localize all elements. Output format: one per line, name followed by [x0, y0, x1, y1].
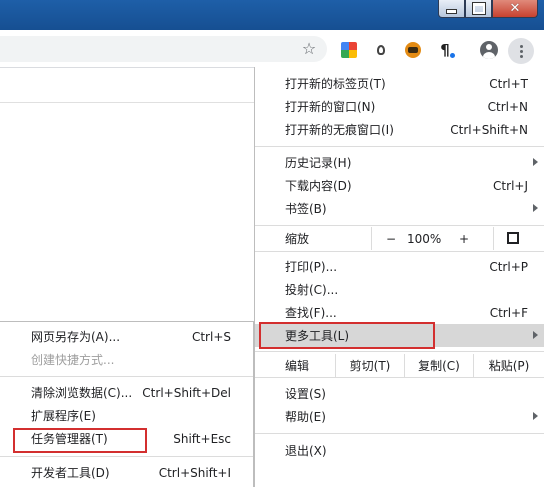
extension-colorful-icon[interactable] — [341, 42, 357, 58]
menu-item-cast[interactable]: 投射(C)... — [255, 278, 544, 301]
maximize-icon — [471, 2, 486, 15]
zoom-out-button[interactable]: − — [384, 232, 398, 246]
close-window-button[interactable]: ✕ — [492, 0, 538, 18]
submenu-separator — [0, 456, 253, 457]
edit-label: 编辑 — [285, 359, 310, 373]
submenu-item-clear-data[interactable]: 清除浏览数据(C)... Ctrl+Shift+Del — [0, 381, 253, 404]
paste-button[interactable]: 粘贴(P) — [474, 354, 544, 377]
window-title-bar: ✕ — [0, 0, 544, 30]
menu-item-edit: 编辑 剪切(T) 复制(C) 粘贴(P) — [255, 354, 544, 377]
submenu-item-label: 任务管理器(T) — [31, 432, 108, 446]
submenu-item-extensions[interactable]: 扩展程序(E) — [0, 404, 253, 427]
menu-item-label: 书签(B) — [285, 202, 327, 216]
menu-separator — [255, 225, 544, 226]
menu-item-label: 历史记录(H) — [285, 156, 352, 170]
chrome-menu-button[interactable] — [508, 38, 534, 64]
submenu-arrow-icon — [533, 331, 538, 339]
submenu-item-label: 网页另存为(A)... — [31, 330, 121, 344]
copy-button[interactable]: 复制(C) — [405, 354, 473, 377]
submenu-item-label: 开发者工具(D) — [31, 466, 110, 480]
menu-item-label: 打印(P)... — [285, 260, 338, 274]
zoom-in-button[interactable]: + — [457, 232, 471, 246]
page-divider — [0, 102, 255, 103]
pilcrow-glyph: ¶ — [440, 41, 450, 59]
submenu-item-dev-tools[interactable]: 开发者工具(D) Ctrl+Shift+I — [0, 461, 253, 484]
menu-item-label: 下载内容(D) — [285, 179, 352, 193]
submenu-item-label: 清除浏览数据(C)... — [31, 386, 133, 400]
menu-item-label: 帮助(E) — [285, 410, 326, 424]
menu-item-label: 设置(S) — [285, 387, 326, 401]
menu-item-bookmarks[interactable]: 书签(B) — [255, 197, 544, 220]
extension-bulb-icon[interactable] — [373, 42, 389, 58]
menu-item-shortcut: Ctrl+T — [489, 76, 528, 91]
submenu-item-shortcut: Shift+Esc — [173, 431, 231, 446]
menu-separator — [255, 433, 544, 434]
menu-item-label: 查找(F)... — [285, 306, 337, 320]
submenu-item-shortcut: Ctrl+S — [191, 329, 231, 344]
browser-toolbar — [0, 30, 544, 68]
zoom-divider — [371, 227, 372, 250]
chrome-main-menu: 打开新的标签页(T) Ctrl+T 打开新的窗口(N) Ctrl+N 打开新的无… — [254, 67, 544, 487]
cut-button[interactable]: 剪切(T) — [336, 354, 404, 377]
address-bar[interactable] — [0, 36, 327, 62]
zoom-level-value: 100% — [407, 231, 442, 246]
menu-item-label: 打开新的无痕窗口(I) — [285, 123, 394, 137]
extension-pilcrow-icon[interactable]: ¶ — [437, 41, 455, 59]
submenu-item-label: 创建快捷方式... — [31, 353, 115, 367]
menu-item-shortcut: Ctrl+F — [489, 305, 528, 320]
profile-avatar-icon[interactable] — [480, 41, 498, 59]
menu-item-find[interactable]: 查找(F)... Ctrl+F — [255, 301, 544, 324]
menu-item-shortcut: Ctrl+J — [493, 178, 528, 193]
submenu-item-task-manager[interactable]: 任务管理器(T) Shift+Esc — [0, 427, 253, 450]
menu-item-more-tools[interactable]: 更多工具(L) — [255, 324, 544, 347]
bookmark-star-icon[interactable]: ☆ — [300, 40, 318, 58]
menu-separator — [255, 351, 544, 352]
menu-separator — [255, 377, 544, 378]
extension-face-icon[interactable] — [405, 42, 421, 58]
submenu-item-shortcut: Ctrl+Shift+Del — [142, 385, 231, 400]
menu-item-label: 投射(C)... — [285, 283, 339, 297]
menu-item-help[interactable]: 帮助(E) — [255, 405, 544, 428]
zoom-label: 缩放 — [285, 232, 310, 246]
minimize-icon — [446, 9, 457, 14]
submenu-arrow-icon — [533, 204, 538, 212]
menu-item-label: 打开新的窗口(N) — [285, 100, 376, 114]
menu-item-label: 更多工具(L) — [285, 329, 350, 343]
minimize-button[interactable] — [438, 0, 465, 18]
menu-separator — [255, 251, 544, 252]
submenu-item-shortcut: Ctrl+Shift+I — [158, 465, 231, 480]
menu-item-settings[interactable]: 设置(S) — [255, 382, 544, 405]
menu-separator — [255, 146, 544, 147]
menu-item-shortcut: Ctrl+N — [487, 99, 528, 114]
submenu-arrow-icon — [533, 412, 538, 420]
menu-item-print[interactable]: 打印(P)... Ctrl+P — [255, 255, 544, 278]
close-icon: ✕ — [509, 1, 521, 16]
menu-item-label: 打开新的标签页(T) — [285, 77, 386, 91]
maximize-button[interactable] — [465, 0, 492, 18]
menu-item-new-tab[interactable]: 打开新的标签页(T) Ctrl+T — [255, 72, 544, 95]
fullscreen-icon[interactable] — [507, 232, 519, 244]
submenu-item-label: 扩展程序(E) — [31, 409, 96, 423]
menu-item-new-incognito[interactable]: 打开新的无痕窗口(I) Ctrl+Shift+N — [255, 118, 544, 141]
menu-item-new-window[interactable]: 打开新的窗口(N) Ctrl+N — [255, 95, 544, 118]
submenu-item-create-shortcut: 创建快捷方式... — [0, 348, 253, 371]
menu-item-history[interactable]: 历史记录(H) — [255, 151, 544, 174]
submenu-arrow-icon — [533, 158, 538, 166]
submenu-separator — [0, 376, 253, 377]
more-tools-submenu: 网页另存为(A)... Ctrl+S 创建快捷方式... 清除浏览数据(C)..… — [0, 321, 254, 487]
menu-item-zoom: 缩放 − 100% + — [255, 227, 544, 250]
menu-item-shortcut: Ctrl+P — [489, 259, 528, 274]
submenu-item-save-page[interactable]: 网页另存为(A)... Ctrl+S — [0, 325, 253, 348]
zoom-divider — [493, 227, 494, 250]
menu-item-label: 退出(X) — [285, 444, 327, 458]
menu-item-shortcut: Ctrl+Shift+N — [450, 122, 528, 137]
menu-item-downloads[interactable]: 下载内容(D) Ctrl+J — [255, 174, 544, 197]
menu-item-exit[interactable]: 退出(X) — [255, 439, 544, 462]
